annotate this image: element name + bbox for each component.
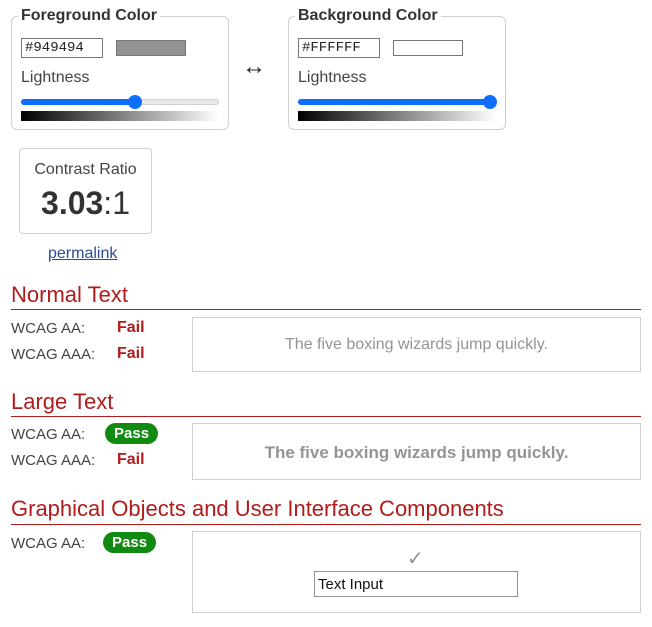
foreground-hex-input[interactable] bbox=[21, 38, 103, 58]
normal-text-divider bbox=[11, 309, 641, 310]
normal-aa-result: Fail bbox=[117, 319, 145, 336]
background-color-panel: Background Color Lightness bbox=[288, 7, 506, 130]
background-lightness-label: Lightness bbox=[298, 69, 367, 86]
normal-text-sample: The five boxing wizards jump quickly. bbox=[285, 336, 548, 353]
background-lightness-thumb[interactable] bbox=[483, 95, 497, 109]
foreground-lightness-fill bbox=[21, 99, 135, 105]
foreground-lightness-label: Lightness bbox=[21, 69, 90, 86]
graphical-aa-label: WCAG AA: bbox=[11, 535, 86, 552]
foreground-lightness-gradient bbox=[21, 111, 219, 121]
foreground-lightness-thumb[interactable] bbox=[128, 95, 142, 109]
large-aa-result: Pass bbox=[105, 423, 159, 444]
large-text-sample-box: The five boxing wizards jump quickly. bbox=[192, 423, 641, 480]
large-text-heading: Large Text bbox=[11, 389, 114, 414]
large-aa-label: WCAG AA: bbox=[11, 426, 86, 443]
normal-aa-label: WCAG AA: bbox=[11, 320, 86, 337]
background-swatch[interactable] bbox=[393, 40, 463, 56]
permalink-link[interactable]: permalink bbox=[48, 245, 117, 263]
normal-text-sample-box: The five boxing wizards jump quickly. bbox=[192, 317, 641, 372]
contrast-ratio-suffix: :1 bbox=[103, 185, 130, 221]
graphical-objects-heading: Graphical Objects and User Interface Com… bbox=[11, 496, 504, 521]
normal-text-heading: Normal Text bbox=[11, 282, 128, 307]
graphical-aa-result: Pass bbox=[103, 532, 157, 553]
foreground-swatch[interactable] bbox=[116, 40, 186, 56]
sample-text-input[interactable] bbox=[314, 571, 518, 597]
contrast-ratio-value: 3.03:1 bbox=[20, 185, 151, 222]
background-lightness-gradient bbox=[298, 111, 496, 121]
background-lightness-fill bbox=[298, 99, 492, 105]
background-color-title: Background Color bbox=[295, 7, 441, 25]
large-aaa-result: Fail bbox=[117, 451, 145, 468]
background-hex-input[interactable] bbox=[298, 38, 380, 58]
foreground-color-panel: Foreground Color Lightness bbox=[11, 7, 229, 130]
contrast-ratio-number: 3.03 bbox=[41, 185, 104, 221]
normal-aaa-result: Fail bbox=[117, 345, 145, 362]
check-icon: ✓ bbox=[407, 548, 424, 570]
graphical-sample-box: ✓ bbox=[192, 531, 641, 613]
contrast-ratio-title: Contrast Ratio bbox=[34, 161, 137, 178]
large-text-divider bbox=[11, 416, 641, 417]
large-text-sample: The five boxing wizards jump quickly. bbox=[264, 443, 569, 462]
contrast-ratio-box: Contrast Ratio 3.03:1 bbox=[19, 148, 152, 234]
swap-colors-icon[interactable]: ↔ bbox=[242, 53, 266, 81]
large-aaa-label: WCAG AAA: bbox=[11, 452, 96, 469]
foreground-color-title: Foreground Color bbox=[18, 7, 160, 25]
graphical-objects-divider bbox=[11, 524, 641, 525]
normal-aaa-label: WCAG AAA: bbox=[11, 346, 96, 363]
